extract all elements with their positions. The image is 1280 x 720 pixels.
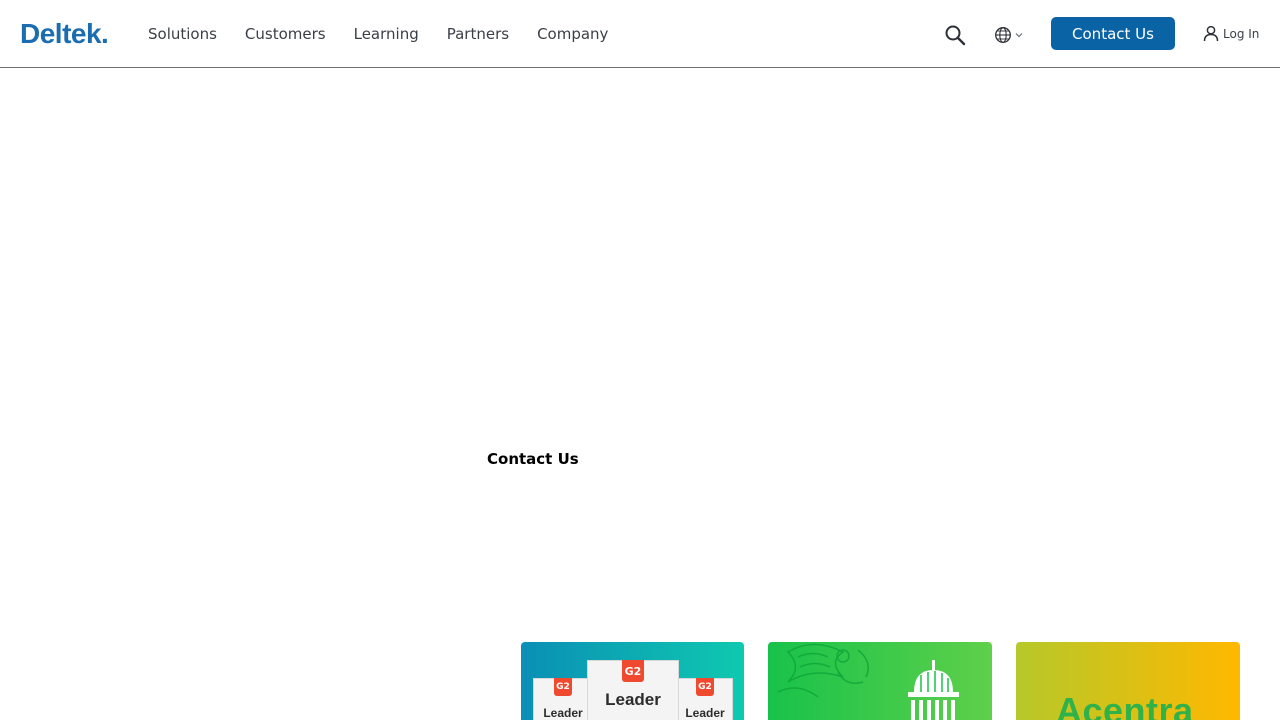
g2-logo-icon: G2 bbox=[622, 660, 644, 682]
site-header: Deltek. Solutions Customers Learning Par… bbox=[0, 0, 1280, 68]
g2-awards-card[interactable]: G2 Leader G2 Leader G2 Leader bbox=[521, 642, 744, 720]
acentra-card[interactable]: Acentra bbox=[1016, 642, 1240, 720]
user-icon bbox=[1203, 25, 1219, 42]
government-card[interactable] bbox=[768, 642, 992, 720]
login-link[interactable]: Log In bbox=[1203, 25, 1259, 42]
g2-badge-center: G2 Leader bbox=[587, 660, 679, 720]
contact-us-heading: Contact Us bbox=[487, 450, 579, 468]
login-label: Log In bbox=[1223, 26, 1260, 41]
nav-company[interactable]: Company bbox=[537, 22, 608, 46]
search-icon[interactable] bbox=[944, 24, 966, 46]
badge-label: Leader bbox=[543, 706, 583, 720]
g2-badge-left: G2 Leader bbox=[533, 678, 593, 720]
nav-learning[interactable]: Learning bbox=[354, 22, 419, 46]
g2-logo-icon: G2 bbox=[554, 678, 572, 696]
nav-solutions[interactable]: Solutions bbox=[148, 22, 217, 46]
eagle-seal-illustration bbox=[777, 643, 959, 720]
logo-dot: . bbox=[101, 18, 109, 49]
nav-customers[interactable]: Customers bbox=[245, 22, 326, 46]
badge-label: Leader bbox=[685, 706, 725, 720]
main-nav: Solutions Customers Learning Partners Co… bbox=[148, 22, 636, 46]
g2-logo-icon: G2 bbox=[696, 678, 714, 696]
nav-partners[interactable]: Partners bbox=[447, 22, 509, 46]
badge-label: Leader bbox=[605, 690, 661, 709]
g2-badge-right: G2 Leader bbox=[677, 678, 733, 720]
deltek-logo[interactable]: Deltek. bbox=[20, 17, 109, 51]
globe-icon[interactable] bbox=[994, 26, 1026, 44]
contact-us-button[interactable]: Contact Us bbox=[1051, 17, 1175, 50]
logo-text: Deltek bbox=[20, 18, 102, 49]
acentra-logo: Acentra bbox=[1056, 690, 1194, 720]
